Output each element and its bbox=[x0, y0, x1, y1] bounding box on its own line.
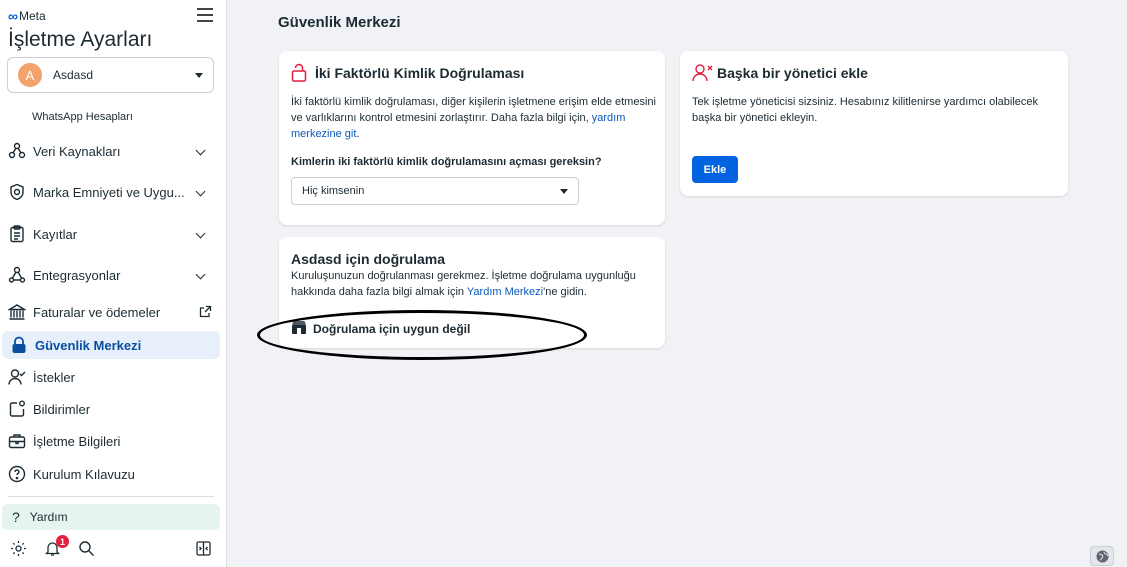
clipboard-icon bbox=[7, 224, 27, 244]
collapse-sidebar-icon[interactable] bbox=[193, 538, 213, 558]
search-icon[interactable] bbox=[76, 538, 96, 558]
add-admin-title: Başka bir yönetici ekle bbox=[717, 65, 868, 81]
add-admin-button[interactable]: Ekle bbox=[692, 156, 738, 183]
sidebar-item-billing[interactable]: Faturalar ve ödemeler bbox=[0, 298, 220, 326]
select-value: Hiç kimsenin bbox=[302, 185, 365, 197]
account-switcher[interactable]: A Asdasd bbox=[7, 57, 214, 93]
two-factor-body-line1: İki faktörlü kimlik doğrulaması, diğer k… bbox=[291, 96, 656, 108]
chevron-down-icon bbox=[195, 186, 206, 197]
add-admin-description: Tek işletme yöneticisi sizsiniz. Hesabın… bbox=[692, 94, 1062, 126]
briefcase-icon bbox=[7, 431, 27, 451]
sidebar-item-data-sources[interactable]: Veri Kaynakları bbox=[0, 137, 220, 165]
verification-title: Asdasd için doğrulama bbox=[291, 251, 446, 267]
add-admin-body-line1: Tek işletme yöneticisi sizsiniz. Hesabın… bbox=[692, 96, 1039, 108]
two-factor-select[interactable]: Hiç kimsenin bbox=[291, 177, 579, 205]
gear-icon[interactable] bbox=[8, 538, 28, 558]
notification-badge: 1 bbox=[56, 535, 69, 548]
verification-body-line2: hakkında daha fazla bilgi almak için bbox=[291, 286, 467, 298]
chevron-down-icon bbox=[560, 188, 568, 194]
integrations-icon bbox=[7, 265, 27, 285]
sidebar-item-label: İşletme Bilgileri bbox=[33, 433, 121, 449]
help-center-link-cont[interactable]: merkezine git bbox=[291, 128, 356, 140]
sidebar-item-help[interactable]: ? Yardım bbox=[2, 504, 220, 530]
verification-card: Asdasd için doğrulama Kuruluşunuzun doğr… bbox=[279, 237, 665, 348]
sidebar-item-label: Kayıtlar bbox=[33, 226, 78, 242]
shield-icon bbox=[7, 182, 27, 202]
sidebar-item-records[interactable]: Kayıtlar bbox=[0, 220, 220, 248]
page-app-title: İşletme Ayarları bbox=[8, 28, 153, 51]
chevron-down-icon bbox=[195, 228, 206, 239]
help-label: Yardım bbox=[29, 510, 68, 524]
sidebar-item-label: Entegrasyonlar bbox=[33, 267, 121, 283]
sidebar-item-integrations[interactable]: Entegrasyonlar bbox=[0, 261, 220, 289]
menu-icon[interactable] bbox=[197, 8, 213, 22]
sidebar-item-business-info[interactable]: İşletme Bilgileri bbox=[0, 427, 220, 455]
avatar: A bbox=[18, 63, 42, 87]
two-factor-body-end: . bbox=[356, 128, 360, 140]
meta-infinity-icon: ∞ bbox=[8, 8, 18, 24]
two-factor-question: Kimlerin iki faktörlü kimlik doğrulaması… bbox=[291, 156, 602, 168]
external-link-icon bbox=[199, 305, 212, 321]
verification-status: Doğrulama için uygun değil bbox=[291, 320, 470, 338]
sidebar-item-label: Kurulum Kılavuzu bbox=[33, 466, 135, 482]
verification-body-line1: Kuruluşunuzun doğrulanması gerekmez. İşl… bbox=[291, 270, 636, 282]
verification-status-text: Doğrulama için uygun değil bbox=[313, 322, 471, 336]
requests-icon bbox=[7, 367, 27, 387]
store-icon bbox=[291, 320, 307, 338]
sidebar-item-label: Bildirimler bbox=[33, 401, 91, 417]
meta-logo-text: Meta bbox=[18, 9, 46, 23]
two-factor-body-line2: ve varlıklarını kontrol etmesini zorlaşt… bbox=[291, 112, 592, 124]
chevron-down-icon bbox=[195, 145, 206, 156]
question-circle-icon bbox=[7, 464, 27, 484]
add-user-icon bbox=[692, 63, 714, 88]
question-mark-icon: ? bbox=[12, 509, 20, 525]
verification-help-link[interactable]: Yardım Merkezi bbox=[467, 286, 543, 298]
verification-body-end: 'ne gidin. bbox=[543, 286, 587, 298]
sidebar-item-label: Marka Emniyeti ve Uygu... bbox=[33, 184, 185, 200]
unlock-icon bbox=[291, 63, 307, 88]
lock-icon bbox=[9, 335, 29, 355]
sidebar-item-label: Veri Kaynakları bbox=[33, 143, 121, 159]
two-factor-card: İki Faktörlü Kimlik Doğrulaması İki fakt… bbox=[279, 51, 665, 225]
chevron-down-icon bbox=[195, 72, 203, 78]
sidebar-item-whatsapp-accounts[interactable]: WhatsApp Hesapları bbox=[32, 111, 133, 123]
sidebar-item-security-center[interactable]: Güvenlik Merkezi bbox=[2, 331, 220, 359]
meta-logo[interactable]: ∞ Meta bbox=[8, 8, 46, 24]
account-name: Asdasd bbox=[53, 68, 94, 82]
bank-icon bbox=[7, 302, 27, 322]
sidebar-item-brand-safety[interactable]: Marka Emniyeti ve Uygu... bbox=[0, 178, 220, 206]
notifications-icon bbox=[7, 399, 27, 419]
sidebar-item-setup-guide[interactable]: Kurulum Kılavuzu bbox=[0, 460, 220, 488]
data-sources-icon bbox=[7, 141, 27, 161]
two-factor-title: İki Faktörlü Kimlik Doğrulaması bbox=[315, 65, 525, 81]
chevron-down-icon bbox=[195, 269, 206, 280]
sidebar-item-notifications[interactable]: Bildirimler bbox=[0, 395, 220, 423]
sidebar-item-label: Faturalar ve ödemeler bbox=[33, 304, 161, 320]
verification-description: Kuruluşunuzun doğrulanması gerekmez. İşl… bbox=[291, 268, 656, 300]
add-admin-body-line2: başka bir yönetici ekleyin. bbox=[692, 112, 818, 124]
globe-icon[interactable] bbox=[1090, 546, 1114, 566]
sidebar-item-label: İstekler bbox=[33, 369, 75, 385]
sidebar-item-requests[interactable]: İstekler bbox=[0, 363, 220, 391]
add-admin-card: Başka bir yönetici ekle Tek işletme yöne… bbox=[680, 51, 1068, 196]
two-factor-description: İki faktörlü kimlik doğrulaması, diğer k… bbox=[291, 94, 656, 142]
sidebar: ∞ Meta İşletme Ayarları A Asdasd WhatsAp… bbox=[0, 0, 227, 567]
help-center-link[interactable]: yardım bbox=[592, 112, 626, 124]
page-title: Güvenlik Merkezi bbox=[278, 14, 401, 31]
sidebar-divider bbox=[8, 496, 214, 497]
sidebar-bottom-bar bbox=[0, 536, 227, 562]
sidebar-item-label: Güvenlik Merkezi bbox=[35, 337, 142, 353]
